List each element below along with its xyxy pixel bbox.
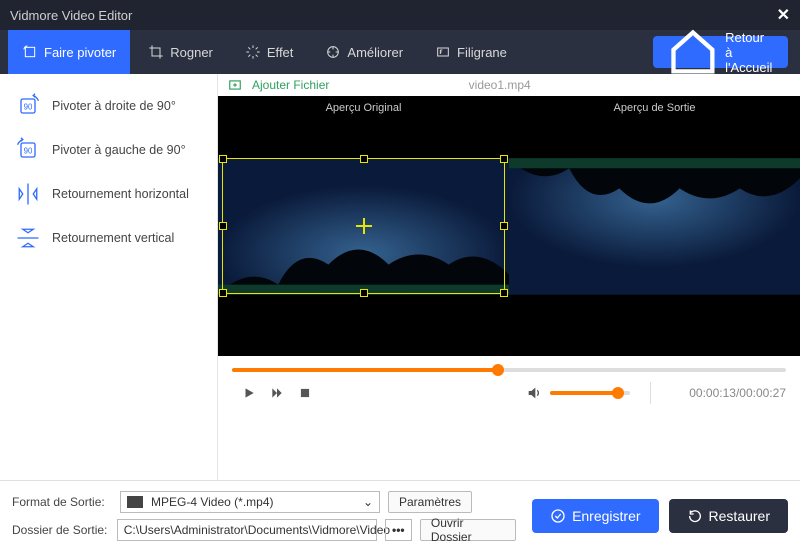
browse-folder-button[interactable]: •••: [385, 519, 412, 541]
save-button[interactable]: Enregistrer: [532, 499, 658, 533]
sidebar-flip-horizontal[interactable]: Retournement horizontal: [8, 172, 209, 216]
rotate-icon: [22, 44, 38, 60]
rotate-right-icon: 90: [14, 92, 42, 120]
tab-label: Effet: [267, 45, 294, 60]
close-icon[interactable]: ✕: [777, 5, 790, 25]
fast-forward-icon[interactable]: [270, 386, 284, 400]
home-label: Retour à l'Accueil: [725, 30, 774, 75]
watermark-icon: [435, 44, 451, 60]
sidebar-item-label: Retournement horizontal: [52, 187, 189, 201]
refresh-icon: [687, 508, 703, 524]
timeline-progress: [232, 368, 498, 372]
tab-label: Filigrane: [457, 45, 507, 60]
folder-value: C:\Users\Administrator\Documents\Vidmore…: [124, 523, 390, 537]
volume-knob[interactable]: [612, 387, 624, 399]
sidebar: 90 Pivoter à droite de 90° 90 Pivoter à …: [0, 74, 218, 480]
preview-area: Ajouter Fichier video1.mp4 Aperçu Origin…: [218, 74, 800, 480]
tab-label: Rogner: [170, 45, 213, 60]
restore-button[interactable]: Restaurer: [669, 499, 788, 533]
file-bar: Ajouter Fichier video1.mp4: [218, 74, 800, 96]
tab-crop[interactable]: Rogner: [134, 30, 227, 74]
home-button[interactable]: Retour à l'Accueil: [653, 36, 788, 68]
magic-wand-icon: [325, 44, 341, 60]
sidebar-item-label: Pivoter à gauche de 90°: [52, 143, 186, 157]
output-label: Aperçu de Sortie: [509, 102, 800, 114]
preview-output[interactable]: Aperçu de Sortie: [509, 96, 800, 356]
tab-effect[interactable]: Effet: [231, 30, 308, 74]
crop-center-icon: [356, 218, 372, 234]
bottom-panel: Format de Sortie: MPEG-4 Video (*.mp4) ⌄…: [0, 480, 800, 550]
main-toolbar: Faire pivoter Rogner Effet Améliorer Fil…: [0, 30, 800, 74]
speaker-icon[interactable]: [526, 385, 542, 401]
tab-enhance[interactable]: Améliorer: [311, 30, 417, 74]
rotate-left-icon: 90: [14, 136, 42, 164]
preview-canvases: Aperçu Original Aperç: [218, 96, 800, 356]
current-file-name: video1.mp4: [469, 78, 531, 92]
format-thumb-icon: [127, 496, 143, 508]
sidebar-rotate-left[interactable]: 90 Pivoter à gauche de 90°: [8, 128, 209, 172]
chevron-down-icon: ⌄: [363, 495, 373, 509]
timecode: 00:00:13/00:00:27: [689, 386, 786, 400]
original-label: Aperçu Original: [218, 102, 509, 114]
check-circle-icon: [550, 508, 566, 524]
format-select[interactable]: MPEG-4 Video (*.mp4) ⌄: [120, 491, 380, 513]
folder-label: Dossier de Sortie:: [12, 523, 109, 537]
preview-original[interactable]: Aperçu Original: [218, 96, 509, 356]
volume-slider[interactable]: [550, 391, 630, 395]
main-area: 90 Pivoter à droite de 90° 90 Pivoter à …: [0, 74, 800, 480]
settings-button[interactable]: Paramètres: [388, 491, 472, 513]
format-label: Format de Sortie:: [12, 495, 112, 509]
svg-text:90: 90: [24, 147, 33, 156]
crop-icon: [148, 44, 164, 60]
timeline-knob[interactable]: [492, 364, 504, 376]
timeline[interactable]: [218, 356, 800, 372]
sidebar-flip-vertical[interactable]: Retournement vertical: [8, 216, 209, 260]
crop-rectangle[interactable]: [222, 158, 505, 294]
home-icon: [667, 26, 719, 78]
tab-rotate[interactable]: Faire pivoter: [8, 30, 130, 74]
svg-text:90: 90: [24, 103, 33, 112]
stop-icon[interactable]: [298, 386, 312, 400]
sidebar-item-label: Retournement vertical: [52, 231, 174, 245]
format-value: MPEG-4 Video (*.mp4): [151, 495, 274, 509]
tab-label: Améliorer: [347, 45, 403, 60]
sparkle-icon: [245, 44, 261, 60]
folder-path-input[interactable]: C:\Users\Administrator\Documents\Vidmore…: [117, 519, 377, 541]
play-icon[interactable]: [242, 386, 256, 400]
playback-controls: 00:00:13/00:00:27: [218, 372, 800, 414]
tab-label: Faire pivoter: [44, 45, 116, 60]
flip-vertical-icon: [14, 224, 42, 252]
volume-control: [526, 385, 630, 401]
app-title: Vidmore Video Editor: [10, 8, 132, 23]
tab-watermark[interactable]: Filigrane: [421, 30, 521, 74]
add-file-icon[interactable]: [228, 78, 242, 92]
flip-horizontal-icon: [14, 180, 42, 208]
add-file-link[interactable]: Ajouter Fichier: [252, 78, 329, 92]
sidebar-item-label: Pivoter à droite de 90°: [52, 99, 176, 113]
open-folder-button[interactable]: Ouvrir Dossier: [420, 519, 516, 541]
sidebar-rotate-right[interactable]: 90 Pivoter à droite de 90°: [8, 84, 209, 128]
